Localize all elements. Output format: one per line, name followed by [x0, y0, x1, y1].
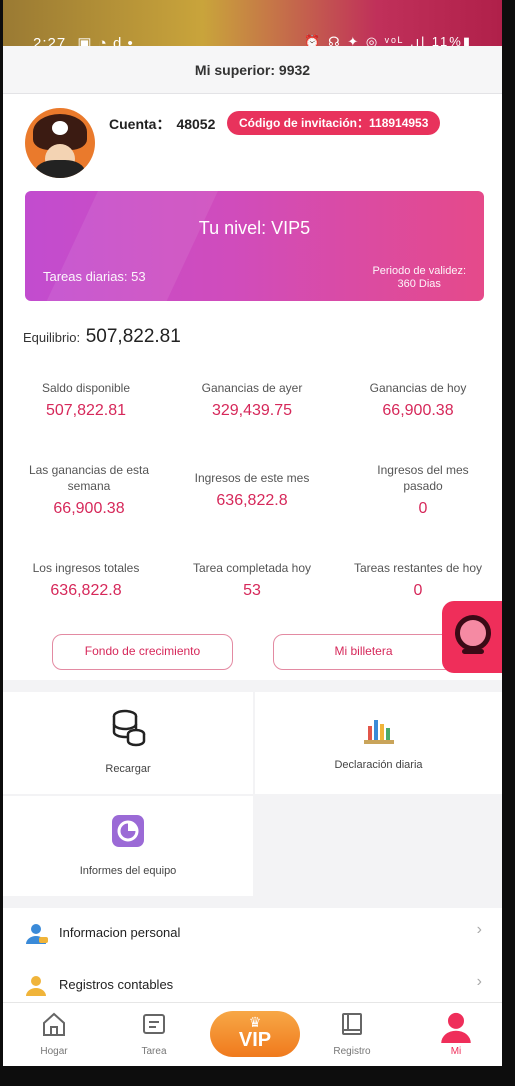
stat-value: 66,900.38 [382, 402, 454, 419]
coins-icon [112, 709, 146, 747]
system-nav-bar [0, 1066, 515, 1086]
shortcut-label: Declaración diaria [334, 759, 423, 771]
stat-label: Tareas restantes de hoy [353, 561, 483, 575]
microphone-icon [462, 649, 484, 654]
daily-tasks: Tareas diarias: 53 [43, 269, 146, 284]
shortcut-daily-report[interactable]: Declaración diaria [255, 692, 502, 794]
card-decoration [37, 191, 223, 301]
stat-value: 66,900.38 [53, 500, 125, 517]
stat-value: 53 [243, 582, 261, 599]
stat-label: Tarea completada hoy [192, 561, 312, 575]
stat-last-month: Ingresos del mes pasado 0 [363, 462, 483, 518]
menu-label: Informacion personal [59, 925, 181, 940]
header-bar: Mi superior: 9932 [3, 46, 502, 94]
stat-label: Saldo disponible [41, 381, 131, 395]
tab-vip[interactable]: ♛ VIP [210, 1011, 300, 1057]
menu-label: Registros contables [59, 977, 174, 992]
tab-label: Mi [450, 1046, 462, 1057]
tab-home[interactable]: Hogar [19, 1011, 89, 1057]
crown-icon: ♛ [248, 1014, 262, 1030]
stat-completed-today: Tarea completada hoy 53 [169, 560, 335, 600]
stat-value: 636,822.8 [216, 492, 288, 509]
stat-this-month: Ingresos de este mes 636,822.8 [169, 470, 335, 510]
stat-value: 0 [413, 582, 423, 599]
avatar-body [35, 160, 85, 178]
invite-code-badge[interactable]: Código de invitación：118914953 [227, 111, 441, 135]
avatar[interactable] [25, 108, 95, 178]
user-icon [26, 976, 46, 996]
tab-mi[interactable]: Mi [421, 1011, 491, 1057]
superior-title: Mi superior: 9932 [194, 61, 311, 78]
stat-yesterday: Ganancias de ayer 329,439.75 [169, 380, 335, 420]
chart-icon [363, 720, 394, 744]
shortcut-content: Declaración diaria [255, 714, 502, 771]
person-icon [441, 1012, 471, 1043]
screen: 2:27 ▣ ◔ d • ⏰ ☊ ✦ ◎ ᵛᵒᴸ .ıl 11%▮ Mi sup… [3, 0, 502, 1066]
stat-label: Ganancias de hoy [369, 381, 467, 395]
skull-icon [52, 121, 68, 135]
shortcut-content: Recargar [3, 708, 253, 775]
account-info: Cuenta： 48052 [109, 114, 215, 134]
balance-summary: Equilibrio: 507,822.81 [23, 326, 181, 348]
book-icon [342, 1013, 362, 1035]
tab-label: VIP [238, 1029, 272, 1051]
stat-value: 507,822.81 [45, 402, 127, 419]
user-icon [26, 924, 48, 944]
headset-icon [455, 615, 491, 651]
menu-item-personal-info[interactable]: Informacion personal › [3, 908, 502, 960]
stat-label: Ingresos de este mes [194, 471, 310, 485]
stat-label: Ganancias de ayer [201, 381, 303, 395]
shortcut-content: Informes del equipo [3, 814, 253, 877]
balance-card: Equilibrio: 507,822.81 Saldo disponible … [3, 302, 502, 680]
balance-value: 507,822.81 [85, 326, 181, 347]
bottom-tab-bar: Hogar Tarea ♛ VIP Registro Mi [3, 1002, 502, 1066]
vip-level: Tu nivel: VIP5 [198, 218, 311, 238]
stat-value: 0 [418, 500, 428, 517]
tab-registro[interactable]: Registro [317, 1011, 387, 1057]
stat-available: Saldo disponible 507,822.81 [3, 380, 169, 420]
shortcut-team-reports[interactable]: Informes del equipo [3, 796, 253, 896]
stat-value: 636,822.8 [50, 582, 122, 599]
vip-level-card: Tu nivel: VIP5 Tareas diarias: 53 Period… [25, 191, 484, 301]
validity-period: Periodo de validez: 360 Dias [372, 265, 466, 291]
stat-value: 329,439.75 [211, 402, 293, 419]
stat-label: Los ingresos totales [32, 561, 140, 575]
account-label: Cuenta： [109, 116, 171, 132]
validity-label: Periodo de validez: [372, 265, 466, 277]
stat-label: Ingresos del mes pasado [377, 463, 469, 493]
growth-fund-button[interactable]: Fondo de crecimiento [52, 634, 233, 670]
balance-label: Equilibrio: [23, 330, 81, 345]
stat-total: Los ingresos totales 636,822.8 [3, 560, 169, 600]
account-number: 48052 [176, 116, 216, 132]
pie-chart-icon [112, 815, 144, 847]
stat-today: Ganancias de hoy 66,900.38 [335, 380, 501, 420]
tab-label: Registro [333, 1046, 371, 1057]
shortcut-label: Recargar [105, 763, 151, 775]
wallet-button[interactable]: Mi billetera [273, 634, 454, 670]
customer-support-button[interactable] [442, 601, 502, 673]
tab-label: Hogar [40, 1046, 68, 1057]
stat-label: Las ganancias de esta semana [28, 463, 150, 493]
tab-label: Tarea [141, 1046, 167, 1057]
chevron-right-icon: › [476, 973, 482, 990]
chevron-right-icon: › [476, 921, 482, 938]
validity-value: 360 Dias [397, 278, 441, 290]
tab-task[interactable]: Tarea [119, 1011, 189, 1057]
menu-item-accounting-records[interactable]: Registros contables › [3, 960, 502, 1002]
stat-remaining-today: Tareas restantes de hoy 0 [335, 560, 501, 600]
stat-week: Las ganancias de esta semana 66,900.38 [9, 462, 169, 518]
task-icon [143, 1014, 165, 1034]
device-frame: 2:27 ▣ ◔ d • ⏰ ☊ ✦ ◎ ᵛᵒᴸ .ıl 11%▮ Mi sup… [0, 0, 515, 1086]
home-icon [43, 1012, 65, 1036]
shortcut-recharge[interactable]: Recargar [3, 692, 253, 794]
shortcut-label: Informes del equipo [79, 865, 177, 877]
